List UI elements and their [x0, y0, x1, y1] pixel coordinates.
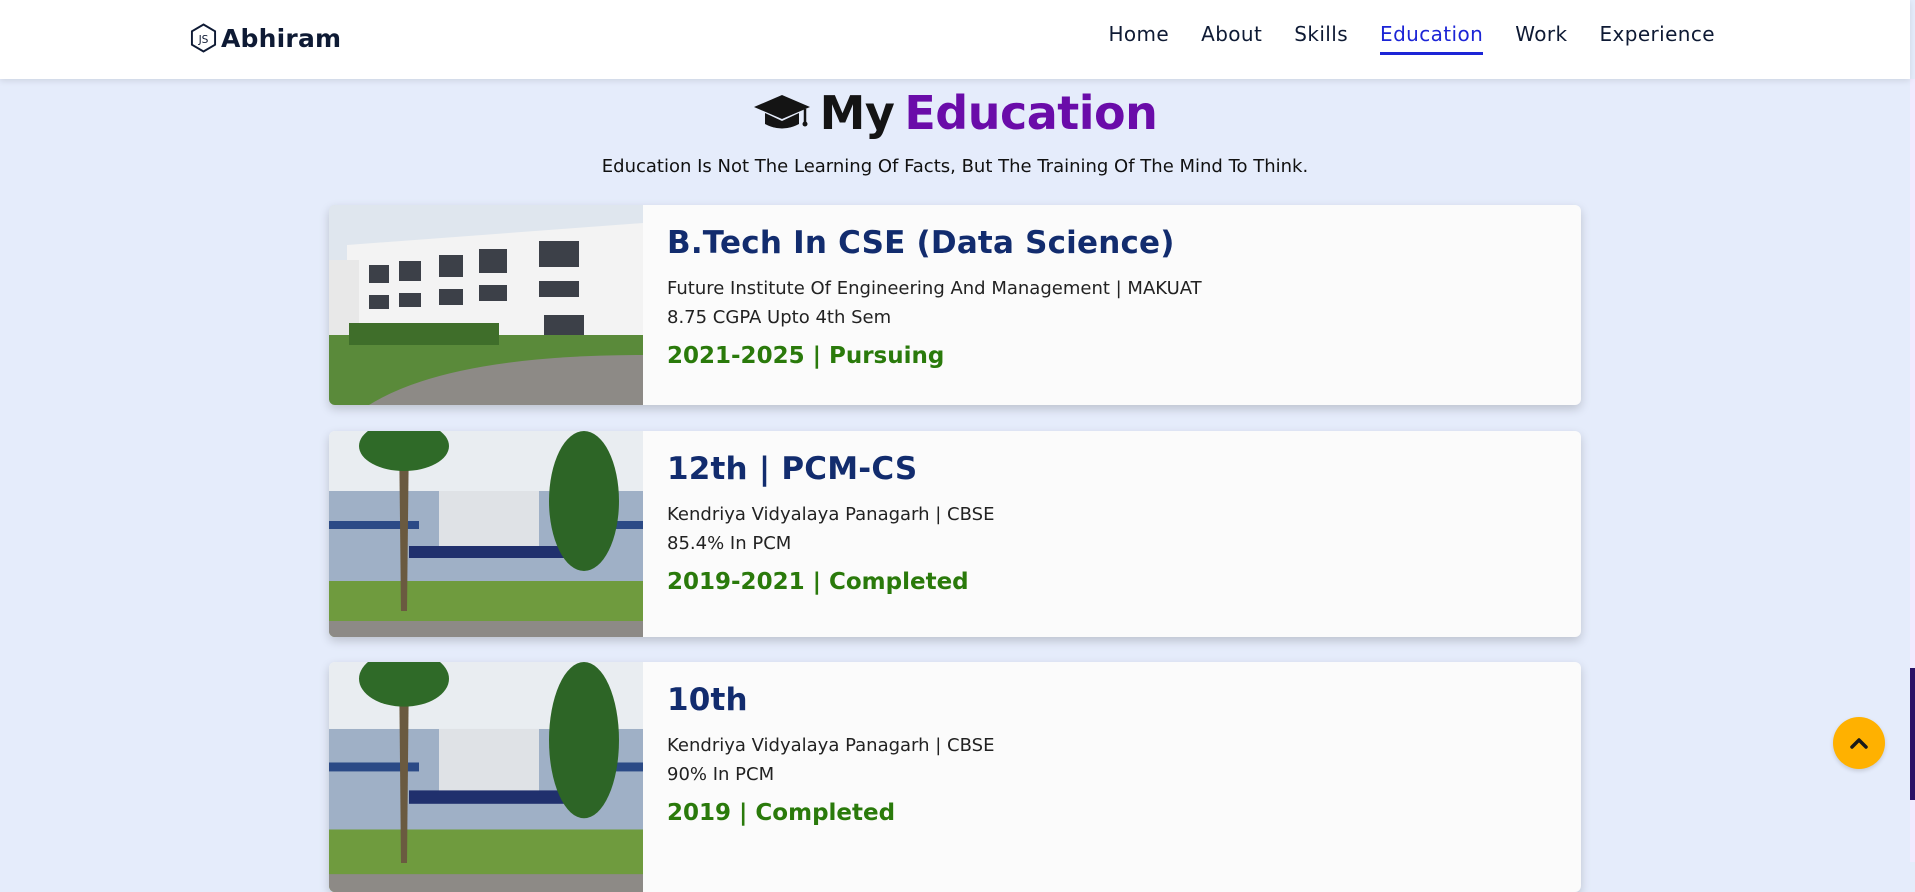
school-building-image — [329, 431, 643, 637]
card-title: 10th — [667, 682, 748, 718]
card-institution: Future Institute Of Engineering And Mana… — [667, 278, 1202, 299]
card-title: 12th | PCM-CS — [667, 451, 918, 487]
nav-education[interactable]: Education — [1380, 22, 1484, 55]
navbar: JS Abhiram Home About Skills Education W… — [0, 0, 1910, 79]
nav-about[interactable]: About — [1201, 22, 1262, 55]
section-title: My Education — [0, 86, 1910, 140]
scrollbar-thumb[interactable] — [1910, 668, 1915, 800]
nodejs-hexagon-icon: JS — [190, 23, 217, 53]
brand-logo[interactable]: JS Abhiram — [190, 22, 341, 54]
card-content: 10th Kendriya Vidyalaya Panagarh | CBSE … — [667, 682, 1561, 826]
card-content: 12th | PCM-CS Kendriya Vidyalaya Panagar… — [667, 451, 1561, 595]
svg-text:JS: JS — [198, 34, 209, 46]
card-score: 8.75 CGPA Upto 4th Sem — [667, 307, 892, 328]
education-card: 12th | PCM-CS Kendriya Vidyalaya Panagar… — [329, 431, 1581, 637]
card-title: B.Tech In CSE (Data Science) — [667, 225, 1175, 261]
education-card: B.Tech In CSE (Data Science) Future Inst… — [329, 205, 1581, 405]
main-nav: Home About Skills Education Work Experie… — [1076, 22, 1715, 55]
nav-experience[interactable]: Experience — [1599, 22, 1715, 55]
nav-skills[interactable]: Skills — [1294, 22, 1348, 55]
title-education: Education — [904, 86, 1158, 140]
brand-name: Abhiram — [221, 23, 342, 53]
school-building-image — [329, 662, 643, 892]
card-score: 90% In PCM — [667, 764, 775, 785]
college-building-image — [329, 205, 643, 405]
card-status: 2021-2025 | Pursuing — [667, 343, 945, 369]
title-my: My — [819, 86, 895, 140]
scroll-top-button[interactable] — [1833, 717, 1885, 769]
card-score: 85.4% In PCM — [667, 533, 792, 554]
card-institution: Kendriya Vidyalaya Panagarh | CBSE — [667, 504, 995, 525]
card-status: 2019-2021 | Completed — [667, 569, 969, 595]
card-institution: Kendriya Vidyalaya Panagarh | CBSE — [667, 735, 995, 756]
nav-home[interactable]: Home — [1108, 22, 1169, 55]
nav-work[interactable]: Work — [1515, 22, 1567, 55]
graduation-cap-icon — [753, 95, 810, 129]
chevron-up-icon — [1850, 738, 1868, 749]
card-status: 2019 | Completed — [667, 800, 896, 826]
education-card: 10th Kendriya Vidyalaya Panagarh | CBSE … — [329, 662, 1581, 892]
section-quote: Education Is Not The Learning Of Facts, … — [601, 156, 1309, 177]
card-content: B.Tech In CSE (Data Science) Future Inst… — [667, 225, 1561, 369]
